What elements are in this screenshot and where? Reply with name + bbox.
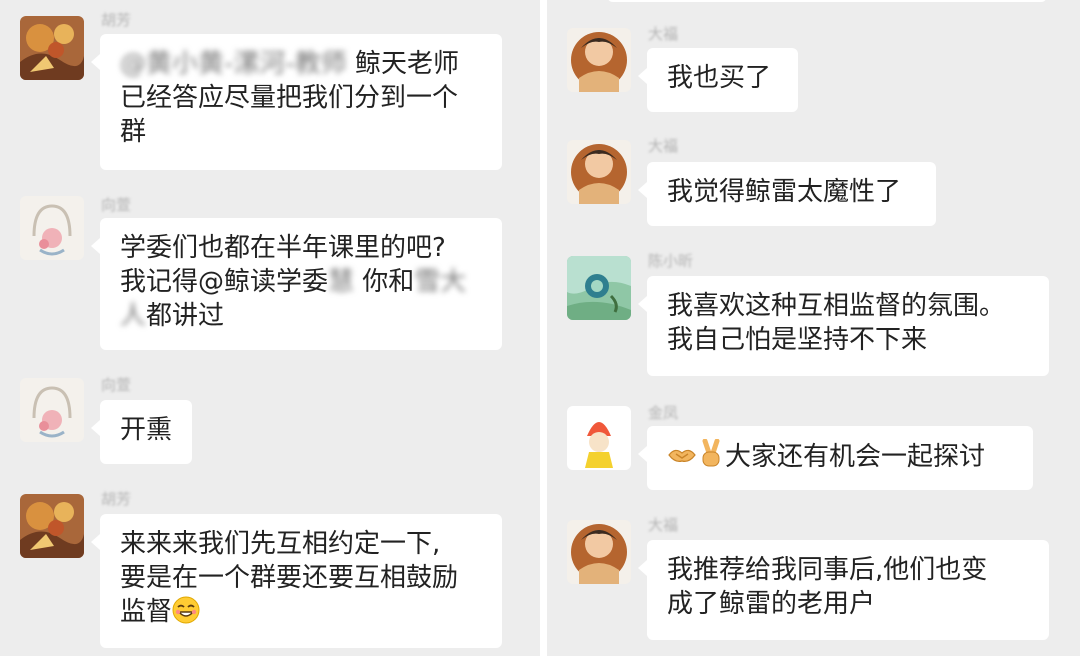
message-bubble[interactable]: 开熏 — [91, 400, 192, 464]
handshake-emoji-icon — [668, 449, 696, 462]
message-line: 要是在一个群要还要互相鼓励 — [120, 563, 459, 593]
message-line: 来来来我们先互相约定一下, — [120, 529, 441, 559]
victory-hand-emoji-icon — [702, 439, 720, 467]
message-bubble[interactable]: 我也买了 — [638, 48, 798, 112]
message-text: 鲸天老师 — [346, 49, 460, 79]
message-line: 我也买了 — [667, 63, 772, 93]
blurred-name: 雪大 — [414, 267, 467, 297]
message-line: 人都讲过 — [120, 299, 483, 333]
message-text: 大家还有机会一起探讨 — [725, 442, 986, 472]
avatar[interactable] — [20, 378, 84, 442]
avatar[interactable] — [20, 196, 84, 260]
avatar[interactable] — [567, 256, 631, 320]
avatar-image — [20, 16, 84, 80]
avatar-image — [20, 196, 84, 260]
avatar-image — [20, 378, 84, 442]
message-line: 学委们也都在半年课里的吧? — [120, 233, 446, 263]
message-text: 监督 — [120, 597, 173, 627]
right-chat-panel[interactable]: 大福 我也买了 大福 我觉得鲸雷太魔性了 陈小昕 我喜欢这种互相监督的氛围。 我… — [547, 0, 1080, 656]
message-line: 已经答应尽量把我们分到一个 — [120, 83, 459, 113]
avatar[interactable] — [567, 28, 631, 92]
chat-message: 大福 我觉得鲸雷太魔性了 — [547, 130, 1080, 234]
left-chat-panel[interactable]: 胡芳 @黄小黄-漯河-教师 鲸天老师 已经答应尽量把我们分到一个 群 向萱 学委… — [0, 0, 540, 656]
sender-name: 大福 — [648, 137, 679, 155]
message-line: 我喜欢这种互相监督的氛围。 — [667, 291, 1006, 321]
sender-name: 胡芳 — [101, 11, 132, 29]
sender-name: 向萱 — [101, 376, 132, 394]
blurred-name: 慧 — [328, 267, 355, 297]
blurred-mention: @黄小黄-漯河-教师 — [120, 49, 347, 79]
sender-name: 大福 — [648, 25, 679, 43]
avatar[interactable] — [20, 16, 84, 80]
message-line: 我觉得鲸雷太魔性了 — [667, 177, 902, 207]
message-bubble[interactable]: 学委们也都在半年课里的吧? 我记得@鲸读学委慧 你和雪大 人都讲过 — [91, 218, 502, 350]
avatar-image — [20, 494, 84, 558]
avatar-image — [567, 140, 631, 204]
sender-name: 陈小昕 — [648, 252, 694, 270]
chat-message: 向萱 开熏 — [0, 360, 540, 480]
sender-name: 胡芳 — [101, 490, 132, 508]
avatar-image — [567, 256, 631, 320]
message-bubble[interactable]: 我推荐给我同事后,他们也变 成了鲸雷的老用户 — [638, 540, 1049, 640]
message-line: 大家还有机会一起探讨 — [667, 439, 1014, 474]
message-bubble[interactable]: 大家还有机会一起探讨 — [638, 426, 1033, 490]
avatar-image — [567, 28, 631, 92]
avatar[interactable] — [567, 406, 631, 470]
sender-name: 大福 — [648, 516, 679, 534]
message-text: 我记得@鲸读学委 — [120, 267, 329, 297]
message-line: 我记得@鲸读学委慧 你和雪大 — [120, 265, 483, 299]
message-line: 成了鲸雷的老用户 — [667, 589, 876, 619]
grinning-emoji-icon — [172, 596, 200, 624]
message-line: 开熏 — [120, 415, 173, 445]
sender-name: 向萱 — [101, 196, 132, 214]
message-bubble[interactable]: 我喜欢这种互相监督的氛围。 我自己怕是坚持不下来 — [638, 276, 1049, 376]
message-text: 你和 — [354, 267, 415, 297]
blurred-name: 人 — [120, 301, 147, 331]
avatar-image — [567, 520, 631, 584]
message-bubble[interactable]: 来来来我们先互相约定一下, 要是在一个群要还要互相鼓励 监督 — [91, 514, 502, 648]
avatar[interactable] — [567, 520, 631, 584]
message-bubble[interactable]: 我觉得鲸雷太魔性了 — [638, 162, 936, 226]
message-line: 我推荐给我同事后,他们也变 — [667, 555, 988, 585]
avatar[interactable] — [20, 494, 84, 558]
chat-message: 金凤 大家还有机会一起探讨 — [547, 396, 1080, 500]
message-bubble[interactable]: @黄小黄-漯河-教师 鲸天老师 已经答应尽量把我们分到一个 群 — [91, 34, 502, 170]
previous-message-edge — [607, 0, 1047, 2]
message-line: @黄小黄-漯河-教师 鲸天老师 — [120, 47, 483, 81]
message-text: 都讲过 — [146, 301, 225, 331]
message-line: 监督 — [120, 595, 483, 629]
chat-message: 大福 我推荐给我同事后,他们也变 成了鲸雷的老用户 — [547, 510, 1080, 656]
avatar[interactable] — [567, 140, 631, 204]
avatar-image — [567, 406, 631, 470]
chat-message: 向萱 学委们也都在半年课里的吧? 我记得@鲸读学委慧 你和雪大 人都讲过 — [0, 180, 540, 360]
message-line: 群 — [120, 117, 147, 147]
sender-name: 金凤 — [648, 404, 679, 422]
message-line: 我自己怕是坚持不下来 — [667, 325, 928, 355]
chat-message: 大福 我也买了 — [547, 16, 1080, 120]
chat-message: 陈小昕 我喜欢这种互相监督的氛围。 我自己怕是坚持不下来 — [547, 244, 1080, 390]
chat-message: 胡芳 来来来我们先互相约定一下, 要是在一个群要还要互相鼓励 监督 — [0, 480, 540, 656]
chat-message: 胡芳 @黄小黄-漯河-教师 鲸天老师 已经答应尽量把我们分到一个 群 — [0, 0, 540, 180]
